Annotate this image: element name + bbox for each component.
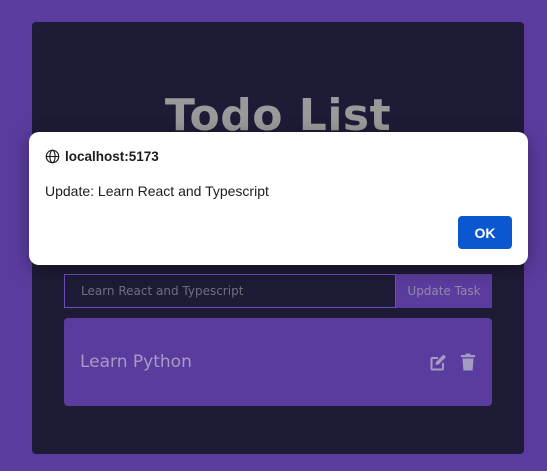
dialog-overlay: localhost:5173 Update: Learn React and T… — [0, 0, 547, 471]
alert-dialog: localhost:5173 Update: Learn React and T… — [29, 132, 528, 265]
ok-button[interactable]: OK — [458, 216, 512, 249]
dialog-origin: localhost:5173 — [45, 149, 159, 164]
dialog-origin-text: localhost:5173 — [65, 149, 159, 164]
globe-icon — [45, 149, 60, 164]
dialog-message: Update: Learn React and Typescript — [45, 183, 269, 199]
